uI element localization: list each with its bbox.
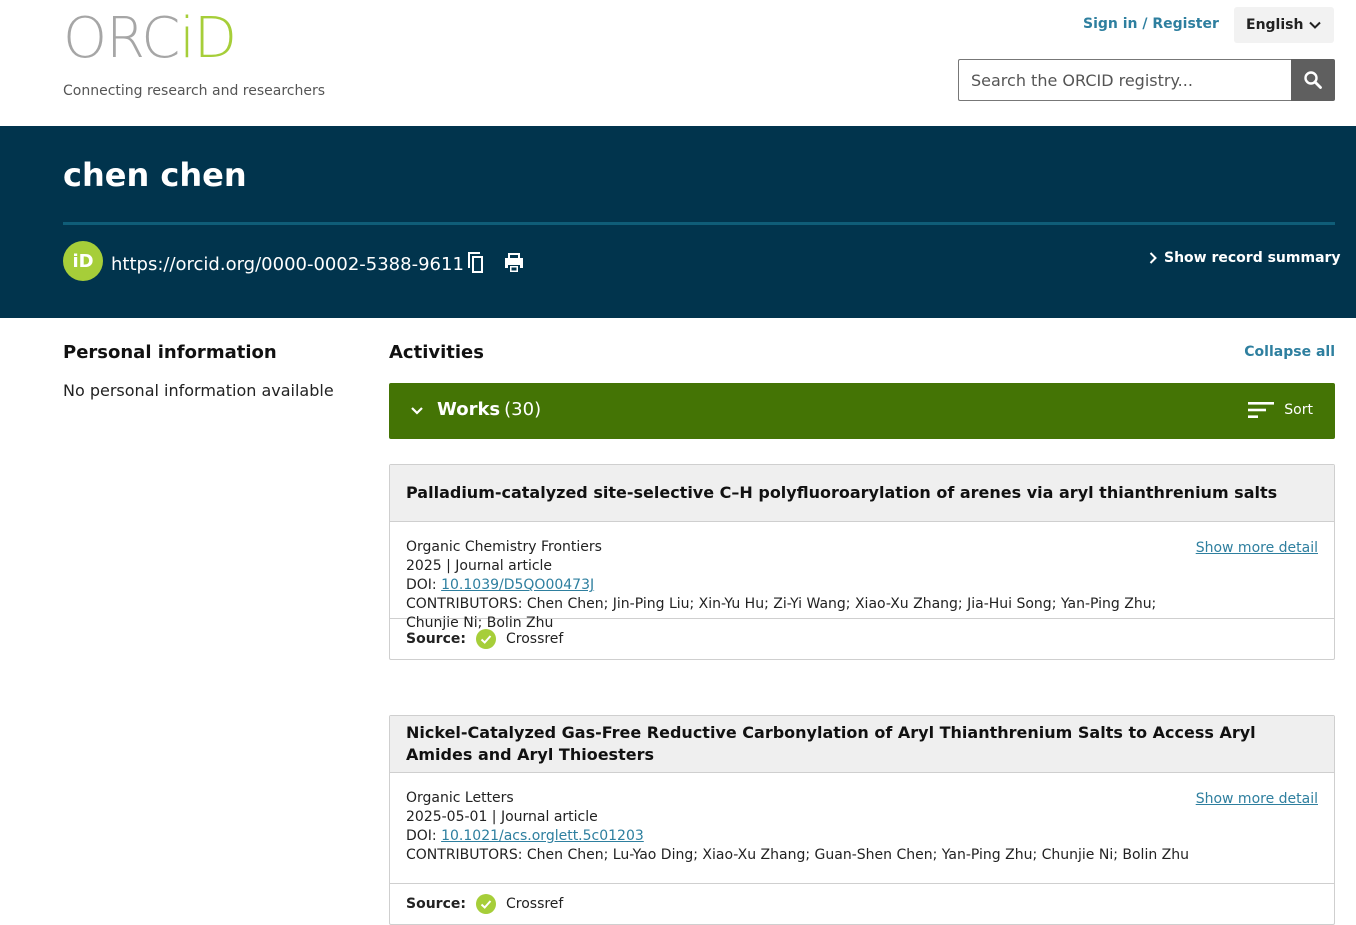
language-selector[interactable]: English [1234, 7, 1334, 43]
logo-text-orc: ORC [63, 6, 180, 71]
chevron-right-icon [1149, 252, 1157, 264]
works-label: Works [437, 399, 501, 420]
researcher-name: chen chen [63, 156, 247, 194]
tagline: Connecting research and researchers [63, 83, 326, 99]
doi-link[interactable]: 10.1021/acs.orglett.5c01203 [441, 828, 644, 844]
logo-text-id: iD [179, 6, 237, 71]
source-label: Source: [406, 631, 466, 647]
sort-label: Sort [1284, 402, 1313, 418]
show-record-summary-button[interactable]: Show record summary [1148, 250, 1341, 266]
work-doi-row: DOI: 10.1021/acs.orglett.5c01203 [406, 827, 1196, 846]
work-card-body: Organic Chemistry Frontiers 2025 | Journ… [390, 522, 1334, 631]
orcid-logo[interactable]: ORCiD [63, 6, 237, 71]
work-source-row: Source: Crossref [390, 883, 1334, 924]
work-date-type: 2025 | Journal article [406, 558, 553, 574]
search-button[interactable] [1291, 59, 1335, 101]
show-record-summary-label: Show record summary [1164, 250, 1341, 266]
activities-heading: Activities [389, 342, 484, 363]
work-card-body: Organic Letters 2025-05-01 | Journal art… [390, 773, 1334, 883]
work-journal: Organic Chemistry Frontiers [406, 539, 602, 555]
work-date-type: 2025-05-01 | Journal article [406, 809, 598, 825]
sign-in-register-link[interactable]: Sign in / Register [1083, 16, 1219, 32]
chevron-down-icon [411, 407, 423, 415]
personal-information-heading: Personal information [63, 342, 277, 363]
source-label: Source: [406, 896, 466, 912]
works-count: (30) [504, 399, 542, 420]
work-title: Nickel-Catalyzed Gas-Free Reductive Carb… [406, 723, 1256, 764]
sort-button[interactable]: Sort [1248, 401, 1313, 419]
orcid-url: https://orcid.org/0000-0002-5388-9611 [111, 254, 464, 275]
site-header: ORCiD Connecting research and researcher… [0, 0, 1356, 126]
print-icon[interactable] [502, 250, 526, 274]
language-label: English [1246, 17, 1304, 33]
work-contributors: CONTRIBUTORS: Chen Chen; Lu-Yao Ding; Xi… [406, 847, 1189, 863]
work-doi-row: DOI: 10.1039/D5QO00473J [406, 576, 1196, 595]
copy-icon[interactable] [462, 250, 486, 274]
record-banner: chen chen iD https://orcid.org/0000-0002… [0, 126, 1356, 318]
work-card-header: Nickel-Catalyzed Gas-Free Reductive Carb… [390, 716, 1334, 773]
verified-check-icon [475, 894, 496, 914]
show-more-detail-link[interactable]: Show more detail [1196, 790, 1318, 809]
work-card-header: Palladium-catalyzed site-selective C–H p… [390, 465, 1334, 522]
work-contributors: CONTRIBUTORS: Chen Chen; Jin-Ping Liu; X… [406, 596, 1157, 631]
show-more-detail-link[interactable]: Show more detail [1196, 539, 1318, 558]
banner-divider [63, 222, 1335, 225]
works-heading: Works (30) [437, 399, 541, 420]
registry-search [958, 59, 1335, 101]
collapse-all-button[interactable]: Collapse all [1244, 344, 1335, 360]
chevron-down-icon [1309, 21, 1321, 29]
work-journal: Organic Letters [406, 790, 514, 806]
doi-link[interactable]: 10.1039/D5QO00473J [441, 577, 594, 593]
doi-label: DOI: [406, 828, 442, 844]
work-card: Palladium-catalyzed site-selective C–H p… [389, 464, 1335, 660]
source-name: Crossref [505, 896, 564, 912]
orcid-id-icon: iD [63, 241, 103, 281]
doi-label: DOI: [406, 577, 442, 593]
search-input[interactable] [958, 59, 1291, 101]
work-card: Nickel-Catalyzed Gas-Free Reductive Carb… [389, 715, 1335, 925]
search-icon [1304, 71, 1322, 89]
personal-information-text: No personal information available [63, 381, 334, 400]
work-title: Palladium-catalyzed site-selective C–H p… [406, 483, 1278, 502]
sort-icon [1248, 402, 1275, 418]
source-name: Crossref [505, 631, 564, 647]
works-section-header[interactable]: Works (30) Sort [389, 383, 1335, 439]
